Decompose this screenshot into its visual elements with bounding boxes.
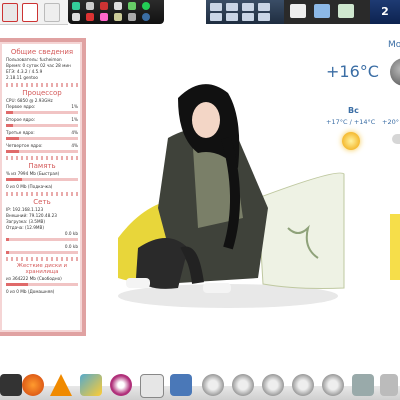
cpu-core-label: Второе ядро: bbox=[6, 117, 36, 122]
start-icon[interactable] bbox=[72, 2, 80, 10]
disk-bar bbox=[6, 283, 78, 286]
divider bbox=[6, 257, 78, 261]
cpu-core-label: Четвертое ядро: bbox=[6, 143, 43, 148]
net-up-bar bbox=[6, 251, 78, 254]
cloud-icon bbox=[392, 134, 400, 144]
cpu-core-bar bbox=[6, 124, 78, 127]
cpu-core-value: 1% bbox=[71, 104, 78, 109]
gear-icon[interactable] bbox=[128, 2, 136, 10]
folder-icon[interactable] bbox=[114, 13, 122, 21]
gear-icon[interactable] bbox=[322, 374, 344, 396]
eye-icon[interactable] bbox=[110, 374, 132, 396]
cpu-core-value: 4% bbox=[71, 130, 78, 135]
vlc-icon[interactable] bbox=[50, 374, 72, 396]
usb-icon[interactable] bbox=[338, 4, 354, 18]
memory-bar bbox=[6, 178, 78, 181]
gear-icon[interactable] bbox=[292, 374, 314, 396]
top-panel: 2 bbox=[0, 0, 400, 25]
volume-icon[interactable] bbox=[86, 2, 94, 10]
cpu-core-row: Четвертое ядро: 4% bbox=[6, 143, 78, 149]
cpu-core-bar bbox=[6, 111, 78, 114]
dock bbox=[0, 372, 400, 400]
general-line: 2.18.11 gentoo bbox=[6, 75, 38, 80]
paint-icon[interactable] bbox=[80, 374, 102, 396]
cpu-core-label: Третье ядро: bbox=[6, 130, 35, 135]
file-icon[interactable] bbox=[114, 2, 122, 10]
cpu-core-row: Второе ядро: 1% bbox=[6, 117, 78, 123]
cpu-core-value: 1% bbox=[71, 117, 78, 122]
box-icon[interactable] bbox=[170, 374, 192, 396]
network-icon[interactable] bbox=[352, 374, 374, 396]
divider bbox=[6, 156, 78, 160]
editor-icon[interactable] bbox=[140, 374, 164, 398]
weather-city: Мос bbox=[388, 40, 400, 50]
net-speed-up: 0.0 kb bbox=[64, 244, 78, 249]
cpu-core-value: 4% bbox=[71, 143, 78, 148]
forecast-day: Вс bbox=[348, 106, 359, 115]
disk-header: Жесткие диски и хранилища bbox=[16, 263, 68, 275]
pin-icon[interactable] bbox=[100, 13, 108, 21]
workspace-6[interactable] bbox=[226, 13, 238, 21]
forecast-range-2: +20° bbox=[382, 118, 399, 126]
down-arrow-icon[interactable] bbox=[72, 13, 80, 21]
terminal-icon[interactable] bbox=[0, 374, 22, 396]
general-info-header: Общие сведения bbox=[10, 48, 74, 56]
disk-line: из 364222 Mb (Свободно) bbox=[6, 276, 62, 281]
workspace-1[interactable] bbox=[210, 3, 222, 11]
system-tray bbox=[284, 0, 370, 24]
shield-icon[interactable] bbox=[100, 2, 108, 10]
cpu-core-row: Третье ядро: 4% bbox=[6, 130, 78, 136]
workspace-4[interactable] bbox=[258, 3, 270, 11]
cpu-core-row: Первое ядро: 1% bbox=[6, 104, 78, 110]
quick-launch bbox=[68, 0, 164, 24]
system-monitor-panel: Общие сведения Пользователь: fucheimon В… bbox=[0, 38, 86, 336]
net-down-bar bbox=[6, 238, 78, 241]
disk-line: 0 из 0 Mb (Домашняя) bbox=[6, 289, 55, 294]
workspace-switcher[interactable] bbox=[206, 0, 284, 24]
divider bbox=[6, 192, 78, 196]
network-icon[interactable] bbox=[314, 4, 330, 18]
green-circle-icon[interactable] bbox=[142, 2, 150, 10]
trash-icon[interactable] bbox=[380, 374, 398, 396]
workspace-2[interactable] bbox=[226, 3, 238, 11]
workspace-5[interactable] bbox=[210, 13, 222, 21]
wallpaper-figure bbox=[108, 78, 348, 310]
cpu-core-label: Первое ядро: bbox=[6, 104, 36, 109]
camera-icon[interactable] bbox=[128, 13, 136, 21]
red-app-icon[interactable] bbox=[2, 3, 18, 22]
memory-header: Память bbox=[28, 162, 56, 170]
gear-icon[interactable] bbox=[262, 374, 284, 396]
yellow-widget-edge[interactable] bbox=[390, 214, 400, 280]
gear-icon[interactable] bbox=[202, 374, 224, 396]
pdf-icon[interactable] bbox=[44, 3, 60, 22]
swap-line: 0 из 0 Mb (Подкачка) bbox=[6, 184, 53, 189]
cpu-header: Процессор bbox=[22, 89, 62, 97]
firefox-icon[interactable] bbox=[22, 374, 44, 396]
net-speed-down: 0.0 kb bbox=[64, 231, 78, 236]
left-tray bbox=[0, 0, 68, 25]
divider bbox=[6, 83, 78, 87]
memory-line: % из 7994 Mb (Быстрая) bbox=[6, 171, 60, 176]
shield-red-icon[interactable] bbox=[86, 13, 94, 21]
network-header: Сеть bbox=[33, 198, 51, 206]
cpu-core-bar bbox=[6, 137, 78, 140]
clock[interactable]: 2 bbox=[370, 0, 400, 24]
workspace-3[interactable] bbox=[242, 3, 254, 11]
cpu-core-bar bbox=[6, 150, 78, 153]
workspace-7[interactable] bbox=[242, 13, 254, 21]
ball-icon[interactable] bbox=[142, 13, 150, 21]
battery-icon[interactable] bbox=[290, 4, 306, 18]
acrobat-icon[interactable] bbox=[22, 3, 38, 22]
gear-icon[interactable] bbox=[232, 374, 254, 396]
moon-icon bbox=[390, 58, 400, 86]
workspace-8[interactable] bbox=[258, 13, 270, 21]
